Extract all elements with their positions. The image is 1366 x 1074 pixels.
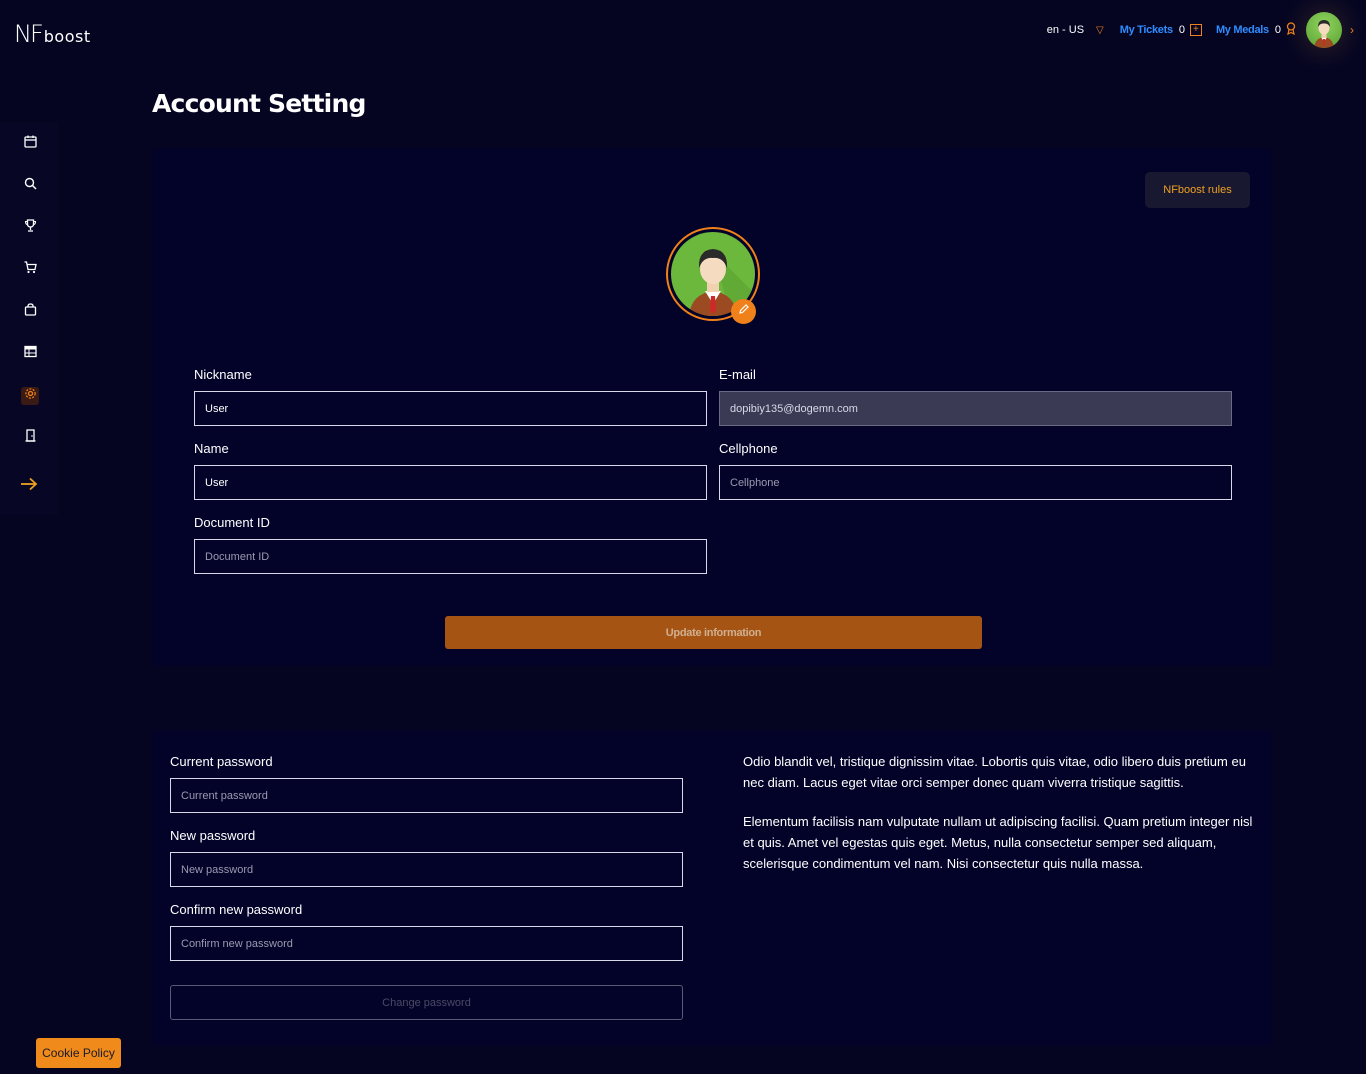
cellphone-label: Cellphone [719,441,778,456]
email-label: E-mail [719,367,756,382]
logo-nf: NF [14,20,44,48]
add-ticket-icon[interactable]: + [1189,24,1202,36]
tickets-count: 0 [1178,24,1185,36]
medals-count: 0 [1274,24,1281,36]
sidebar [0,123,58,515]
info-paragraph-1: Odio blandit vel, tristique dignissim vi… [743,754,1246,790]
my-tickets-link[interactable]: My Tickets [1120,24,1173,36]
new-password-label: New password [170,828,256,843]
shopping-bag-icon[interactable] [21,303,39,321]
current-password-label: Current password [170,754,273,769]
trophy-icon[interactable] [21,219,39,237]
confirm-password-input[interactable]: Confirm new password [170,926,683,961]
chevron-down-icon[interactable]: ▽ [1096,25,1104,36]
password-card: Current password Current password New pa… [152,730,1272,1046]
search-icon[interactable] [21,177,39,195]
cellphone-input[interactable]: Cellphone [719,465,1232,500]
calendar-icon[interactable] [21,135,39,153]
change-password-button[interactable]: Change password [170,985,683,1020]
nickname-label: Nickname [194,367,252,382]
logo-boost: boost [43,27,91,46]
email-field: dopibiy135@dogemn.com [719,391,1232,426]
table-icon[interactable] [21,345,39,363]
nfboost-rules-button[interactable]: NFboost rules [1145,172,1250,208]
update-information-button[interactable]: Update information [445,616,982,649]
user-avatar[interactable] [1306,12,1342,48]
document-id-input[interactable]: Document ID [194,539,707,574]
arrow-right-icon[interactable] [20,475,38,496]
door-icon[interactable] [21,429,39,447]
document-id-label: Document ID [194,515,270,530]
profile-card: NFboost rules Nickname User E-mail dopib… [152,148,1272,666]
page-title: Account Setting [152,89,366,118]
medal-icon [1286,22,1296,38]
info-paragraph-2: Elementum facilisis nam vulputate nullam… [743,814,1253,871]
cart-icon[interactable] [21,261,39,279]
nickname-input[interactable]: User [194,391,707,426]
confirm-password-label: Confirm new password [170,902,303,917]
logo[interactable]: NF boost [14,20,91,46]
gear-icon[interactable] [21,387,39,405]
name-input[interactable]: User [194,465,707,500]
name-label: Name [194,441,229,456]
current-password-input[interactable]: Current password [170,778,683,813]
edit-avatar-pencil-icon[interactable] [731,299,756,324]
chevron-right-icon[interactable]: › [1350,23,1354,37]
my-medals-link[interactable]: My Medals [1216,24,1269,36]
top-bar: en - US ▽ My Tickets 0 + My Medals 0 › [1047,12,1354,48]
language-selector[interactable]: en - US [1047,24,1084,36]
cookie-policy-button[interactable]: Cookie Policy [36,1038,121,1068]
new-password-input[interactable]: New password [170,852,683,887]
